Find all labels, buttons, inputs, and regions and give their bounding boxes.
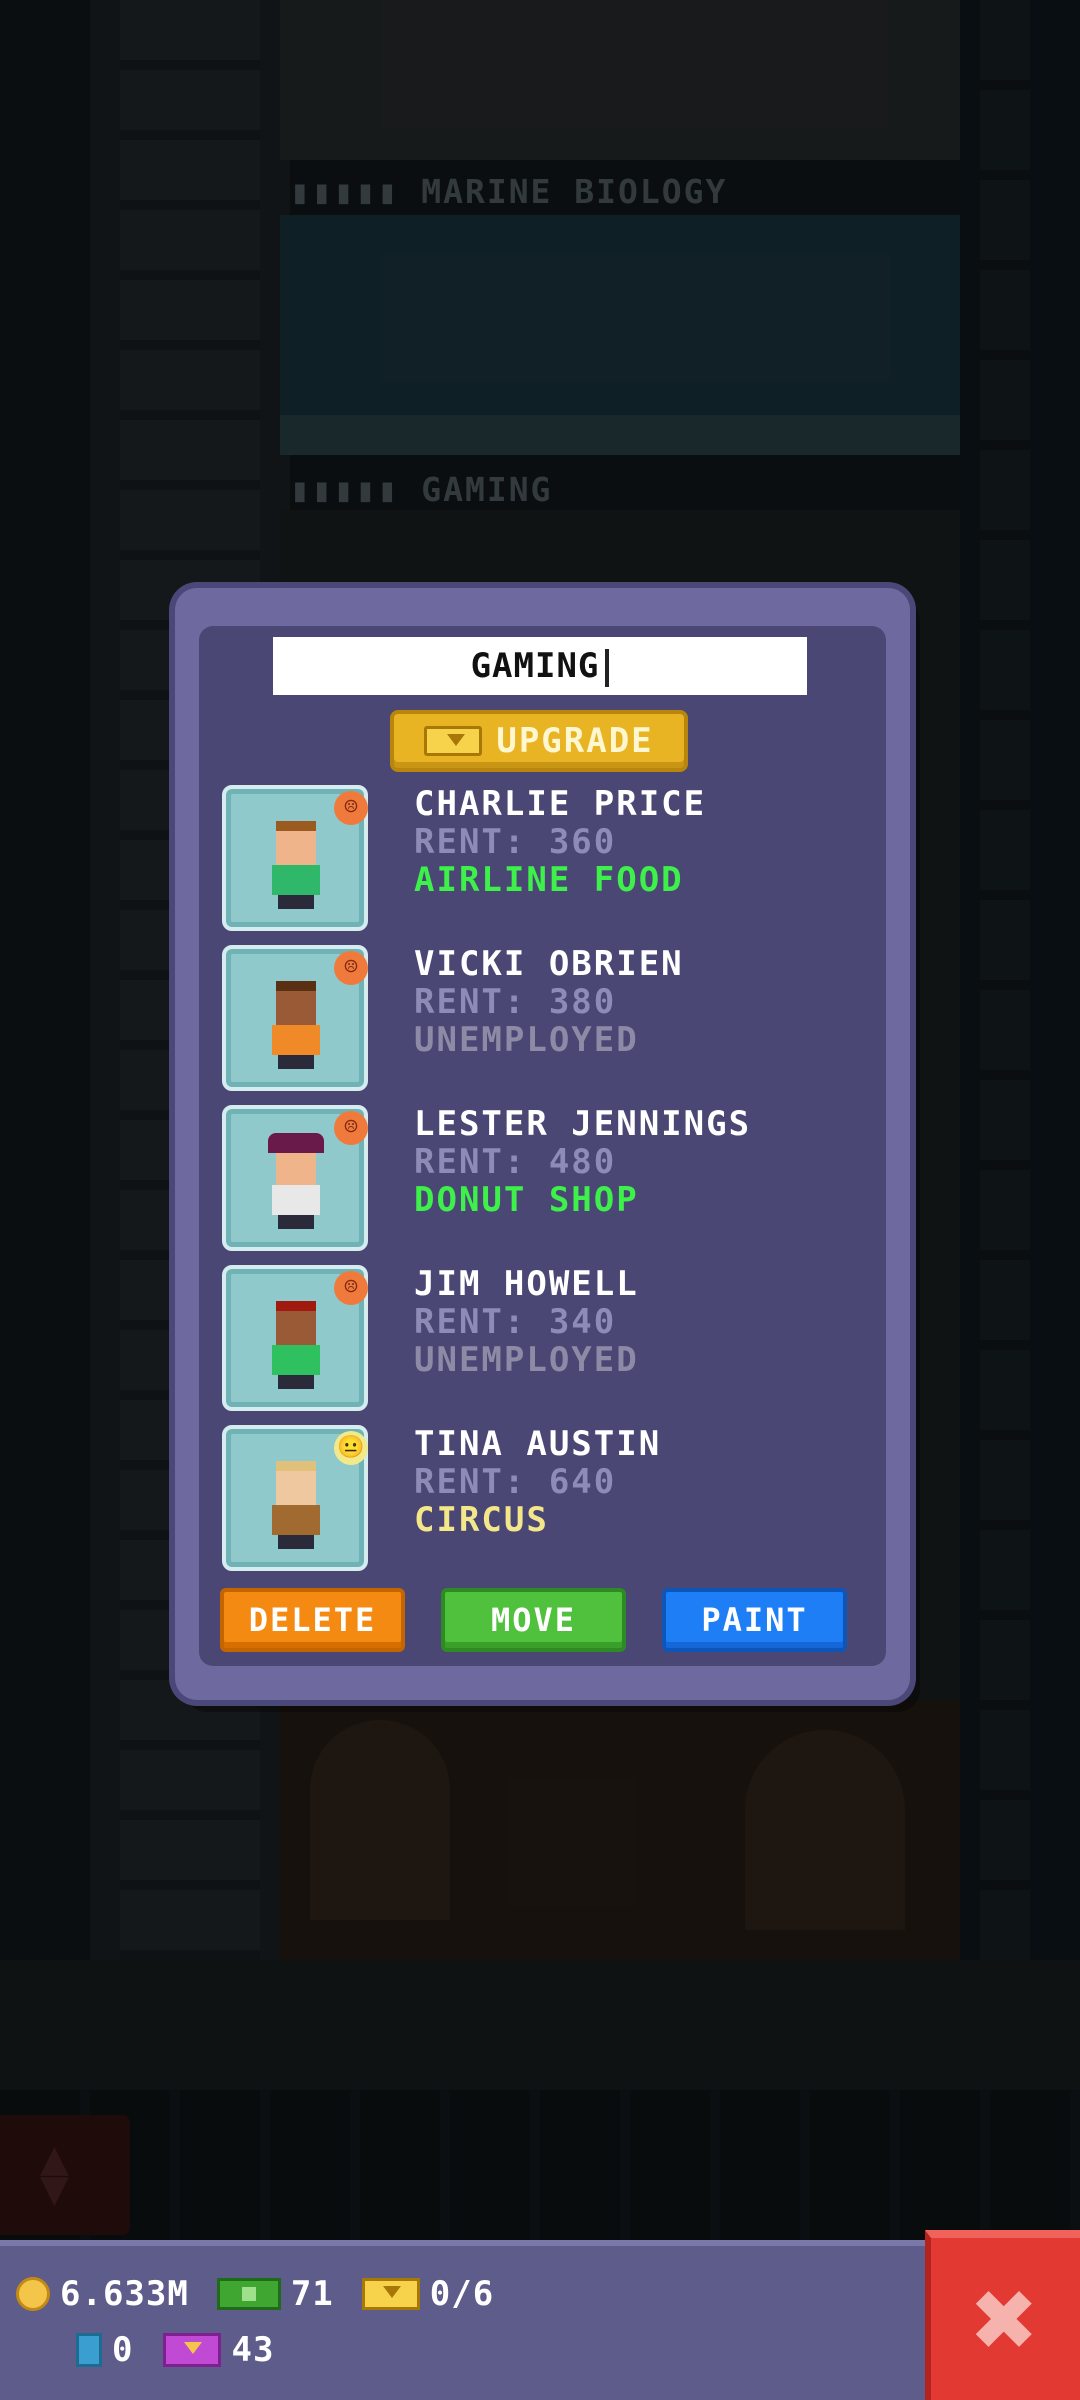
avatar-head (276, 821, 316, 865)
floor-name-input[interactable]: GAMING (273, 637, 807, 695)
avatar-body (272, 865, 320, 895)
avatar-legs (278, 895, 314, 909)
avatar-body (272, 1185, 320, 1215)
resident-name: JIM HOWELL (414, 1264, 639, 1304)
resident-job: AIRLINE FOOD (414, 860, 684, 900)
upgrade-button[interactable]: UPGRADE (390, 710, 688, 772)
hat (268, 1133, 324, 1153)
hud-row-bottom: 0 43 (76, 2330, 274, 2370)
coin-icon (16, 2277, 50, 2311)
resident-name: VICKI OBRIEN (414, 944, 684, 984)
paint-button[interactable]: PAINT (662, 1588, 847, 1652)
avatar-legs (278, 1055, 314, 1069)
ticket-icon (163, 2333, 222, 2367)
avatar-head (276, 981, 316, 1025)
resident-job: UNEMPLOYED (414, 1020, 639, 1060)
resident-rent: RENT: 640 (414, 1462, 617, 1502)
resident-row[interactable]: ☹ VICKI OBRIEN RENT: 380 UNEMPLOYED (222, 945, 782, 1095)
text-caret (605, 648, 610, 687)
resident-rent: RENT: 360 (414, 822, 617, 862)
resident-row[interactable]: 😐 TINA AUSTIN RENT: 640 CIRCUS (222, 1425, 782, 1575)
avatar-body (272, 1025, 320, 1055)
resident-name: LESTER JENNINGS (414, 1104, 752, 1144)
resident-info: TINA AUSTIN RENT: 640 CIRCUS (414, 1425, 661, 1539)
neutral-face-icon: 😐 (334, 1431, 368, 1465)
sad-face-icon: ☹ (334, 1111, 368, 1145)
resident-row[interactable]: ☹ JIM HOWELL RENT: 340 UNEMPLOYED (222, 1265, 782, 1415)
resident-info: LESTER JENNINGS RENT: 480 DONUT SHOP (414, 1105, 751, 1219)
resident-avatar[interactable]: ☹ (222, 1265, 368, 1411)
resident-info: VICKI OBRIEN RENT: 380 UNEMPLOYED (414, 945, 684, 1059)
avatar-legs (278, 1215, 314, 1229)
resident-avatar[interactable]: ☹ (222, 1105, 368, 1251)
sad-face-icon: ☹ (334, 1271, 368, 1305)
ticket-count: 43 (231, 2330, 275, 2370)
resident-row[interactable]: ☹ LESTER JENNINGS RENT: 480 DONUT SHOP (222, 1105, 782, 1255)
gold-bux-icon (424, 726, 483, 756)
key-count: 0 (112, 2330, 134, 2370)
gold-bux-count: 0/6 (429, 2274, 495, 2314)
coin-count: 6.633M (60, 2274, 189, 2314)
upgrade-label: UPGRADE (496, 721, 654, 761)
bux-icon (216, 2278, 281, 2310)
close-icon: ✖ (972, 2255, 1039, 2383)
resident-info: JIM HOWELL RENT: 340 UNEMPLOYED (414, 1265, 639, 1379)
resident-name: CHARLIE PRICE (414, 784, 707, 824)
resident-rent: RENT: 480 (414, 1142, 617, 1182)
avatar-legs (278, 1535, 314, 1549)
hud-row-top: 6.633M 71 0/6 (16, 2274, 494, 2314)
resident-info: CHARLIE PRICE RENT: 360 AIRLINE FOOD (414, 785, 706, 899)
resident-name: TINA AUSTIN (414, 1424, 662, 1464)
resident-job: UNEMPLOYED (414, 1340, 639, 1380)
resident-job: CIRCUS (414, 1500, 549, 1540)
resident-rent: RENT: 340 (414, 1302, 617, 1342)
resident-rent: RENT: 380 (414, 982, 617, 1022)
avatar-body (272, 1505, 320, 1535)
avatar-body (272, 1345, 320, 1375)
key-icon (76, 2333, 102, 2367)
resident-avatar[interactable]: ☹ (222, 945, 368, 1091)
close-button[interactable]: ✖ (925, 2230, 1080, 2400)
move-button[interactable]: MOVE (441, 1588, 626, 1652)
sad-face-icon: ☹ (334, 791, 368, 825)
delete-button[interactable]: DELETE (220, 1588, 405, 1652)
resident-job: DONUT SHOP (414, 1180, 639, 1220)
resident-row[interactable]: ☹ CHARLIE PRICE RENT: 360 AIRLINE FOOD (222, 785, 782, 935)
resource-bar: 6.633M 71 0/6 0 43 (0, 2240, 925, 2400)
avatar-legs (278, 1375, 314, 1389)
bux-count: 71 (290, 2274, 334, 2314)
avatar-head (276, 1301, 316, 1345)
avatar-head (276, 1461, 316, 1505)
sad-face-icon: ☹ (334, 951, 368, 985)
resident-avatar[interactable]: ☹ (222, 785, 368, 931)
resident-avatar[interactable]: 😐 (222, 1425, 368, 1571)
gold-bux-icon (361, 2278, 420, 2310)
